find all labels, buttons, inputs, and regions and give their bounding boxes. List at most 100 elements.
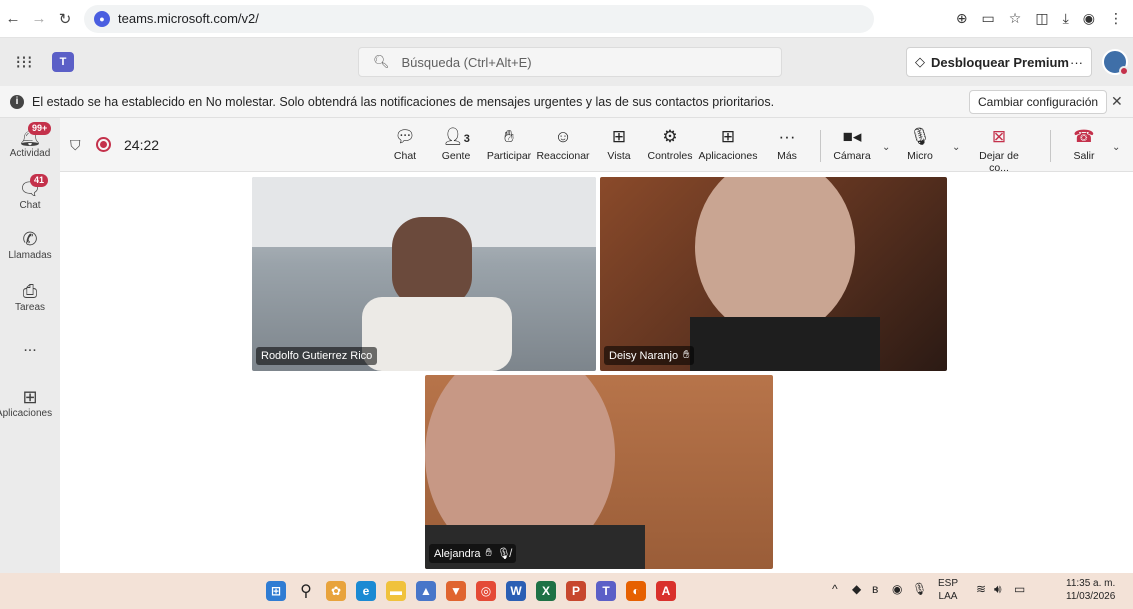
app-launcher-icon[interactable]: ⁝⁝⁝ — [0, 52, 48, 73]
firefox-icon[interactable]: ◐ — [626, 581, 646, 601]
cast-icon[interactable]: ▭ — [982, 10, 995, 27]
video-tile-participant-3[interactable]: Alejandra ✋︎ 🎙︎̸ — [425, 375, 773, 569]
photos-icon[interactable]: ▲ — [416, 581, 436, 601]
profile-icon[interactable]: ◉ — [1083, 10, 1095, 27]
rail-item-calls[interactable]: ✆ Llamadas — [0, 228, 60, 261]
close-icon[interactable]: ✕ — [1111, 93, 1123, 110]
clock-date: 11/03/2026 — [1066, 591, 1116, 602]
diamond-icon: ◇ — [915, 54, 925, 69]
volume-icon[interactable]: 🔊︎ — [994, 583, 1002, 596]
more-options-icon[interactable]: ··· — [1070, 55, 1083, 70]
apps-button[interactable]: ⊞ Aplicaciones — [698, 126, 758, 162]
change-settings-button[interactable]: Cambiar configuración — [969, 90, 1108, 114]
leave-button[interactable]: ☎ Salir — [1066, 126, 1102, 162]
toolbar-divider — [1050, 130, 1051, 162]
participant-1-name: Rodolfo Gutierrez Rico — [261, 350, 373, 362]
rail-item-tasks[interactable]: ⎙ Tareas — [0, 280, 60, 313]
banner-message: El estado se ha establecido en No molest… — [32, 94, 775, 109]
microphone-icon: 🎙︎ — [909, 127, 931, 146]
zoom-icon[interactable]: ⊕ — [956, 10, 968, 27]
view-label: Vista — [607, 150, 631, 162]
grid-view-icon: ⊞ — [611, 127, 627, 146]
microphone-tray-icon[interactable]: 🎙︎ — [912, 583, 927, 596]
camera-button[interactable]: ■◂ Cámara — [830, 126, 874, 162]
lang-bottom: LAA — [938, 591, 958, 602]
meeting-toolbar: ⛉ 24:22 💬︎ Chat 👤︎3 Gente ✋︎ Participar … — [60, 118, 1133, 174]
mic-options-chevron-down-icon[interactable]: ⌄ — [952, 142, 960, 153]
teams-taskbar-icon[interactable]: T — [596, 581, 616, 601]
chevron-up-icon[interactable]: ^ — [832, 583, 838, 596]
excel-icon[interactable]: X — [536, 581, 556, 601]
mic-button[interactable]: 🎙︎ Micro — [902, 126, 938, 162]
reload-icon[interactable]: ↻ — [52, 10, 78, 28]
participant-name-label: Rodolfo Gutierrez Rico — [256, 347, 378, 365]
meeting-timer: 24:22 — [124, 137, 160, 153]
react-button[interactable]: ☺ Reaccionar — [536, 126, 590, 162]
download-icon[interactable]: ⤓ — [1063, 10, 1069, 27]
search-icon[interactable]: ⚲ — [296, 581, 316, 601]
people-button[interactable]: 👤︎3 Gente — [438, 126, 474, 162]
file-explorer-icon[interactable]: ▬ — [386, 581, 406, 601]
acrobat-icon[interactable]: A — [656, 581, 676, 601]
rail-label-tasks: Tareas — [14, 302, 45, 313]
recording-icon — [96, 137, 111, 152]
powerpoint-icon[interactable]: P — [566, 581, 586, 601]
activity-badge: 99+ — [28, 122, 52, 135]
chat-bubble-icon: 💬︎ — [394, 127, 416, 146]
rail-item-chat[interactable]: 🗨︎ Chat 41 — [0, 174, 60, 211]
back-icon[interactable]: ← — [0, 10, 26, 27]
edge-icon[interactable]: e — [356, 581, 376, 601]
word-icon[interactable]: W — [506, 581, 526, 601]
browser-toolbar: ← → ↻ ● teams.microsoft.com/v2/ ⊕ ▭ ☆ ◫ … — [0, 0, 1133, 38]
battery-icon[interactable]: ▭ — [1014, 583, 1025, 596]
extensions-icon[interactable]: ◫ — [1035, 10, 1048, 27]
avatar[interactable] — [1102, 49, 1129, 76]
toolbar-divider — [820, 130, 821, 162]
address-bar[interactable]: ● teams.microsoft.com/v2/ — [84, 4, 874, 33]
forward-icon[interactable]: → — [26, 10, 52, 27]
more-button[interactable]: ··· Más — [772, 126, 802, 162]
url-text: teams.microsoft.com/v2/ — [118, 11, 259, 26]
video-tile-participant-2[interactable]: Deisy Naranjo ✋︎ — [600, 177, 947, 371]
apps-label: Aplicaciones — [698, 150, 758, 162]
mic-muted-icon: 🎙︎̸ — [496, 548, 511, 560]
bookmark-star-icon[interactable]: ☆ — [1009, 10, 1022, 27]
browser-menu-icon[interactable]: ⋮ — [1109, 10, 1123, 27]
controls-button[interactable]: ⚙︎ Controles — [646, 126, 694, 162]
clock[interactable]: 11:35 a. m. 11/03/2026 — [1066, 577, 1115, 603]
participant-2-name: Deisy Naranjo — [609, 349, 679, 362]
premium-label: Desbloquear Premium — [931, 54, 1069, 70]
chat-button[interactable]: 💬︎ Chat — [390, 126, 420, 162]
people-label: Gente — [441, 150, 471, 162]
video-tile-participant-1[interactable]: Rodolfo Gutierrez Rico — [252, 177, 596, 371]
brave-icon[interactable]: ▼ — [446, 581, 466, 601]
hang-up-icon: ☎ — [1073, 127, 1095, 146]
chrome-icon[interactable]: ◎ — [476, 581, 496, 601]
language-indicator[interactable]: ESP LAA — [938, 577, 958, 603]
rail-item-more[interactable]: ... — [0, 338, 60, 356]
leave-options-chevron-down-icon[interactable]: ⌄ — [1112, 142, 1120, 153]
chat-badge: 41 — [30, 174, 49, 187]
start-icon[interactable]: ⊞ — [266, 581, 286, 601]
add-apps-icon: ⊞ — [22, 387, 38, 407]
search-input[interactable]: 🔍︎ Búsqueda (Ctrl+Alt+E) — [358, 47, 782, 77]
copilot-icon[interactable]: ✿ — [326, 581, 346, 601]
rail-label-calls: Llamadas — [8, 250, 52, 261]
stop-sharing-button[interactable]: ⊠ Dejar de co... — [970, 126, 1028, 174]
view-button[interactable]: ⊞ Vista — [604, 126, 634, 162]
rail-item-activity[interactable]: 🔔︎ Actividad 99+ — [0, 122, 60, 159]
windows-taskbar: ⊞ ⚲ ✿ e ▬ ▲ ▼ ◎ W X P T ◐ A ^ ◆ ʙ ◉ 🎙︎ E… — [0, 573, 1133, 609]
bluetooth-icon[interactable]: ʙ — [872, 583, 878, 596]
raise-hand-button[interactable]: ✋︎ Participar — [486, 126, 532, 162]
wifi-icon[interactable]: ≋ — [976, 583, 986, 596]
raise-label: Participar — [486, 150, 532, 162]
unlock-premium-button[interactable]: ◇ Desbloquear Premium ··· — [906, 47, 1092, 77]
hand-raised-icon: ✋︎ — [485, 547, 492, 559]
camera-label: Cámara — [833, 150, 871, 162]
rail-item-apps[interactable]: ⊞ Aplicaciones — [0, 386, 60, 419]
hand-icon: ✋︎ — [504, 127, 514, 146]
tray-app-icon[interactable]: ◆ — [852, 583, 861, 596]
camera-options-chevron-down-icon[interactable]: ⌄ — [882, 142, 890, 153]
participant-count: 3 — [463, 133, 470, 145]
tray-app-icon[interactable]: ◉ — [892, 583, 902, 596]
